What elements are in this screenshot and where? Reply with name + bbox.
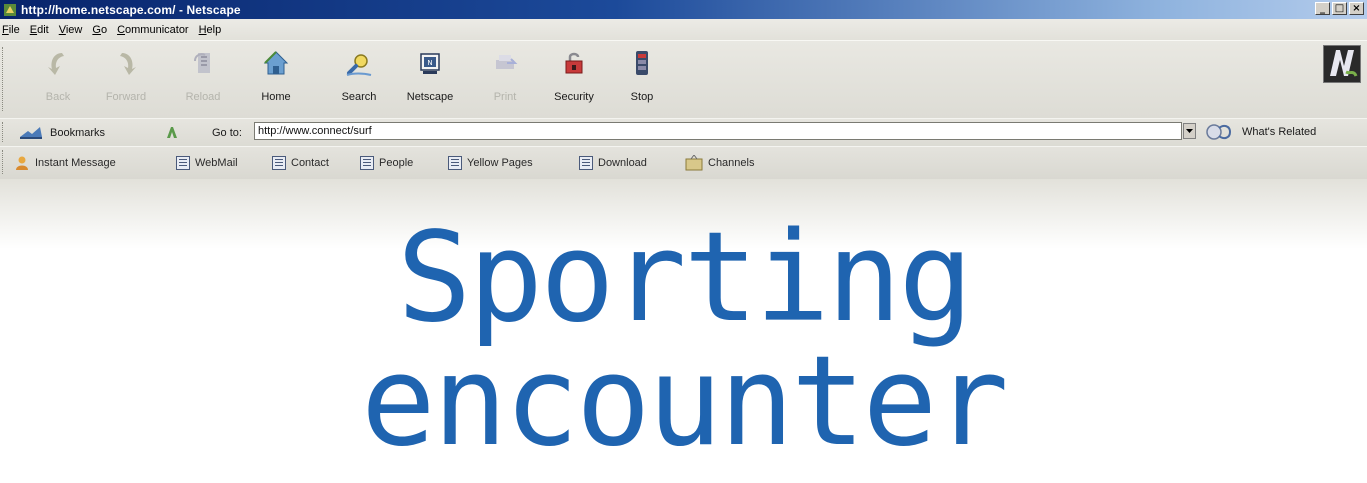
bookmarks-button[interactable]: Bookmarks bbox=[18, 123, 105, 143]
print-label: Print bbox=[493, 91, 517, 103]
navigation-toolbar: Back Forward Reload Home Search N Netsca… bbox=[0, 40, 1367, 118]
personal-toolbar-grip[interactable] bbox=[2, 150, 6, 174]
location-toolbar: Bookmarks Go to: What's Related bbox=[0, 118, 1367, 146]
menu-file[interactable]: File bbox=[0, 24, 25, 36]
location-toolbar-grip[interactable] bbox=[2, 122, 6, 142]
personal-item-label: WebMail bbox=[195, 157, 238, 169]
whats-related-label: What's Related bbox=[1242, 126, 1317, 138]
stop-label: Stop bbox=[630, 91, 654, 103]
netscape-icon: N bbox=[420, 53, 440, 74]
security-lock-icon bbox=[565, 52, 583, 74]
reload-icon bbox=[194, 53, 210, 73]
security-button[interactable]: Security bbox=[544, 47, 604, 105]
reload-label: Reload bbox=[185, 91, 221, 103]
netscape-button[interactable]: N Netscape bbox=[400, 47, 460, 105]
netscape-browser-window: http://home.netscape.com/ - Netscape _ □… bbox=[0, 0, 1367, 182]
goto-label: Go to: bbox=[212, 127, 242, 139]
personal-item-channels[interactable]: Channels bbox=[685, 154, 754, 172]
menu-communicator[interactable]: Communicator bbox=[112, 24, 194, 36]
title-bar[interactable]: http://home.netscape.com/ - Netscape _ □… bbox=[0, 0, 1367, 19]
personal-item-webmail[interactable]: WebMail bbox=[176, 154, 238, 172]
bookmark-page-icon bbox=[176, 156, 190, 170]
window-controls: _ □ × bbox=[1315, 2, 1364, 15]
bookmarks-icon bbox=[20, 127, 42, 139]
forward-arrow-icon bbox=[120, 53, 136, 75]
security-label: Security bbox=[554, 91, 594, 103]
forward-button[interactable]: Forward bbox=[96, 47, 156, 105]
home-label: Home bbox=[261, 91, 291, 103]
personal-item-label: People bbox=[379, 157, 414, 169]
back-arrow-icon bbox=[48, 53, 64, 75]
back-button[interactable]: Back bbox=[28, 47, 88, 105]
back-label: Back bbox=[45, 91, 71, 103]
minimize-button[interactable]: _ bbox=[1315, 2, 1330, 15]
stop-icon bbox=[636, 51, 648, 75]
personal-toolbar: Instant Message WebMail Contact People Y… bbox=[0, 146, 1367, 179]
menu-edit[interactable]: Edit bbox=[25, 24, 54, 36]
personal-item-label: Contact bbox=[291, 157, 329, 169]
search-icon bbox=[346, 54, 372, 76]
headline-line-2: encounter bbox=[361, 330, 1009, 474]
menu-view[interactable]: View bbox=[54, 24, 88, 36]
netscape-n-logo[interactable] bbox=[1323, 45, 1361, 83]
bookmark-page-icon bbox=[579, 156, 593, 170]
headline-line-1: Sporting bbox=[396, 206, 973, 350]
page-proxy-icon[interactable] bbox=[164, 124, 180, 143]
instant-message-icon bbox=[16, 156, 28, 170]
menu-help[interactable]: Help bbox=[194, 24, 227, 36]
reload-button[interactable]: Reload bbox=[173, 47, 233, 105]
bookmarks-label: Bookmarks bbox=[50, 127, 106, 139]
toolbar-grip[interactable] bbox=[2, 47, 6, 111]
bookmark-page-icon bbox=[448, 156, 462, 170]
personal-item-download[interactable]: Download bbox=[579, 154, 647, 172]
headline: Sporting encounter bbox=[0, 216, 1367, 464]
close-button[interactable]: × bbox=[1349, 2, 1364, 15]
channels-icon bbox=[685, 155, 703, 171]
chevron-down-icon bbox=[1186, 129, 1193, 133]
forward-label: Forward bbox=[105, 91, 147, 103]
maximize-button[interactable]: □ bbox=[1332, 2, 1347, 15]
personal-item-label: Yellow Pages bbox=[467, 157, 533, 169]
print-icon bbox=[496, 55, 518, 69]
url-input[interactable] bbox=[254, 122, 1182, 140]
netscape-page-icon bbox=[3, 3, 17, 17]
menu-bar: File Edit View Go Communicator Help bbox=[0, 19, 1367, 40]
home-icon bbox=[263, 51, 289, 75]
search-label: Search bbox=[341, 91, 377, 103]
whats-related-button[interactable]: What's Related bbox=[1204, 121, 1316, 143]
personal-item-contact[interactable]: Contact bbox=[272, 154, 329, 172]
window-title: http://home.netscape.com/ - Netscape bbox=[21, 2, 241, 17]
bookmark-page-icon bbox=[272, 156, 286, 170]
personal-item-label: Download bbox=[598, 157, 647, 169]
personal-item-label: Channels bbox=[708, 157, 755, 169]
personal-item-instant-message[interactable]: Instant Message bbox=[14, 154, 116, 172]
home-button[interactable]: Home bbox=[246, 47, 306, 105]
netscape-label: Netscape bbox=[406, 91, 454, 103]
bookmark-page-icon bbox=[360, 156, 374, 170]
personal-item-label: Instant Message bbox=[35, 157, 116, 169]
menu-go[interactable]: Go bbox=[87, 24, 112, 36]
print-button[interactable]: Print bbox=[475, 47, 535, 105]
url-history-dropdown[interactable] bbox=[1183, 123, 1196, 139]
stop-button[interactable]: Stop bbox=[612, 47, 672, 105]
throbber-n-icon bbox=[1324, 46, 1360, 82]
personal-item-people[interactable]: People bbox=[360, 154, 413, 172]
whats-related-icon bbox=[1206, 124, 1232, 140]
personal-item-yellow-pages[interactable]: Yellow Pages bbox=[448, 154, 533, 172]
svg-text:N: N bbox=[427, 59, 432, 67]
search-button[interactable]: Search bbox=[329, 47, 389, 105]
